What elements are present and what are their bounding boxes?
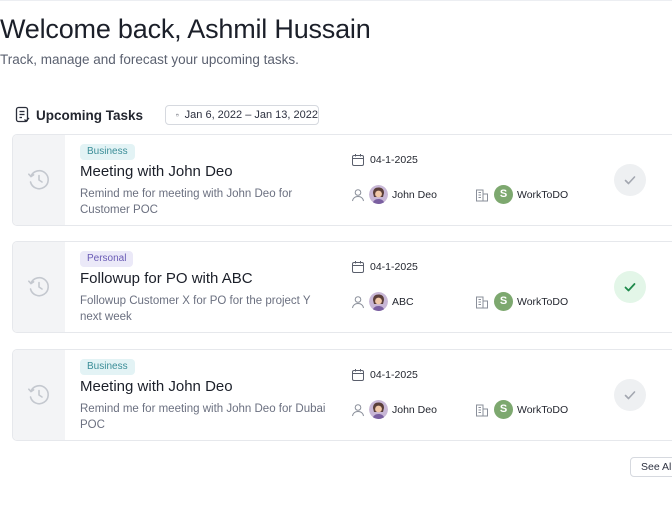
- task-assignee: John Deo: [351, 400, 437, 419]
- task-due-date: 04-1-2025: [351, 260, 418, 274]
- workspace-name: WorkToDO: [517, 295, 569, 308]
- date-range-text: Jan 6, 2022 – Jan 13, 2022: [184, 109, 318, 121]
- task-category-badge: Personal: [80, 251, 134, 267]
- calendar-icon: [352, 369, 364, 381]
- person-icon: [352, 295, 364, 308]
- task-title: Meeting with John Deo: [80, 378, 233, 395]
- section-title: Upcoming Tasks: [36, 107, 144, 123]
- task-due-date: 04-1-2025: [351, 153, 418, 167]
- task-assignee: ABC: [351, 292, 414, 311]
- task-status-panel: [13, 350, 65, 440]
- task-list-icon: [15, 106, 30, 123]
- task-title: Meeting with John Deo: [80, 163, 233, 180]
- task-date-text: 04-1-2025: [370, 261, 418, 273]
- page-subtitle: Track, manage and forecast your upcoming…: [0, 52, 299, 67]
- calendar-icon: [176, 113, 179, 117]
- task-status-panel: [13, 242, 65, 332]
- task-workspace: S WorkToDO: [475, 185, 568, 204]
- upcoming-tasks-header: Upcoming Tasks: [15, 104, 143, 126]
- pending-clock-icon: [28, 384, 49, 405]
- page-title: Welcome back, Ashmil Hussain: [0, 14, 371, 44]
- building-icon: [476, 404, 488, 416]
- task-title: Followup for PO with ABC: [80, 270, 253, 287]
- task-description: Remind me for meeting with John Deo for …: [80, 403, 326, 431]
- avatar: [369, 185, 388, 204]
- pending-clock-icon: [28, 276, 49, 297]
- task-category-badge: Business: [80, 144, 135, 160]
- workspace-name: WorkToDO: [517, 188, 569, 201]
- task-card[interactable]: Business Meeting with John Deo Remind me…: [12, 349, 672, 441]
- building-icon: [476, 296, 488, 308]
- complete-task-button[interactable]: [614, 379, 646, 411]
- task-description: Followup Customer X for PO for the proje…: [80, 295, 311, 323]
- assignee-name: John Deo: [392, 188, 437, 201]
- task-category-badge: Business: [80, 359, 135, 375]
- task-date-text: 04-1-2025: [370, 154, 418, 166]
- task-card[interactable]: Business Meeting with John Deo Remind me…: [12, 134, 672, 226]
- pending-clock-icon: [28, 169, 49, 190]
- task-assignee: John Deo: [351, 185, 437, 204]
- building-icon: [476, 189, 488, 201]
- workspace-avatar: S: [494, 292, 513, 311]
- top-divider: [0, 0, 672, 1]
- complete-task-button[interactable]: [614, 164, 646, 196]
- assignee-name: John Deo: [392, 403, 437, 416]
- workspace-avatar: S: [494, 185, 513, 204]
- avatar: [369, 292, 388, 311]
- task-workspace: S WorkToDO: [475, 292, 568, 311]
- complete-task-button[interactable]: [614, 271, 646, 303]
- check-icon: [624, 283, 636, 292]
- see-all-button[interactable]: See All: [630, 457, 672, 477]
- workspace-name: WorkToDO: [517, 403, 569, 416]
- task-card[interactable]: Personal Followup for PO with ABC Follow…: [12, 241, 672, 333]
- task-status-panel: [13, 135, 65, 225]
- task-description: Remind me for meeting with John Deo for …: [80, 188, 293, 216]
- check-icon: [624, 176, 636, 185]
- task-due-date: 04-1-2025: [351, 368, 418, 382]
- calendar-icon: [352, 261, 364, 273]
- calendar-icon: [352, 154, 364, 166]
- date-range-picker[interactable]: Jan 6, 2022 – Jan 13, 2022: [165, 105, 319, 125]
- assignee-name: ABC: [392, 295, 414, 308]
- task-date-text: 04-1-2025: [370, 369, 418, 381]
- person-icon: [352, 403, 364, 416]
- workspace-avatar: S: [494, 400, 513, 419]
- check-icon: [624, 391, 636, 400]
- task-workspace: S WorkToDO: [475, 400, 568, 419]
- person-icon: [352, 188, 364, 201]
- avatar: [369, 400, 388, 419]
